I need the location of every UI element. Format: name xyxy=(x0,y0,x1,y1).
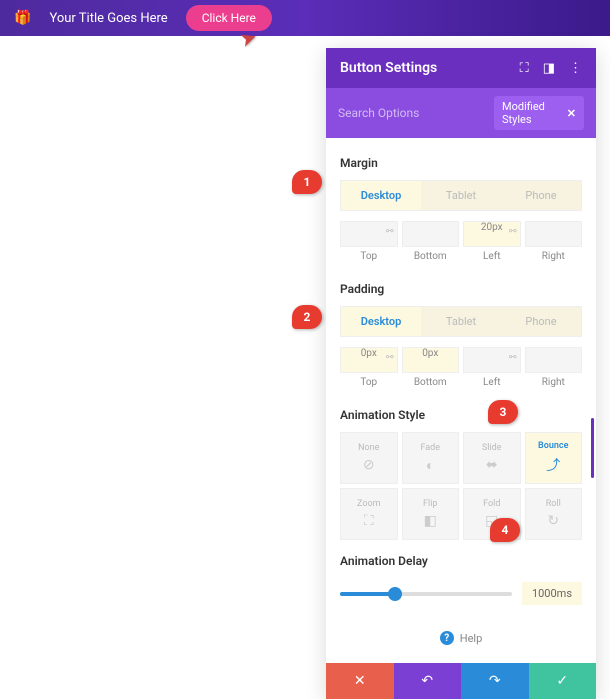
expand-icon[interactable]: ⛶ xyxy=(520,61,529,76)
cta-button[interactable]: Click Here xyxy=(186,5,272,31)
panel-footer: ✕ ↶ ↷ ✓ xyxy=(326,663,596,699)
scrollbar-thumb[interactable] xyxy=(591,418,594,478)
link-icon[interactable]: ⚯ xyxy=(386,353,394,363)
help-icon: ? xyxy=(440,631,454,645)
modified-styles-badge[interactable]: Modified Styles ✕ xyxy=(494,96,584,130)
padding-right-input[interactable] xyxy=(525,347,583,373)
animation-style-label: Animation Style xyxy=(340,408,582,422)
padding-device-tabs: Desktop Tablet Phone xyxy=(340,306,582,337)
animation-delay-label: Animation Delay xyxy=(340,554,582,568)
settings-panel: Button Settings ⛶ ◨ ⋮ Modified Styles ✕ … xyxy=(326,48,596,699)
gift-icon: 🎁 xyxy=(14,10,31,26)
callout-2: 2 xyxy=(292,305,322,329)
sidebar-icon[interactable]: ◨ xyxy=(543,61,555,76)
slider-thumb[interactable] xyxy=(388,587,402,601)
roll-icon: ↻ xyxy=(547,513,559,529)
delay-slider-row: 1000ms xyxy=(340,582,582,605)
fade-icon: ◐ xyxy=(426,457,434,474)
menu-icon[interactable]: ⋮ xyxy=(569,61,582,76)
panel-header: Button Settings ⛶ ◨ ⋮ xyxy=(326,48,596,88)
padding-inputs: 0px⚯Top 0pxBottom ⚯Left Right xyxy=(340,347,582,388)
anim-none[interactable]: None⊘ xyxy=(340,432,398,484)
close-button[interactable]: ✕ xyxy=(326,663,394,699)
padding-top-input[interactable]: 0px⚯ xyxy=(340,347,398,373)
margin-top-input[interactable]: ⚯ xyxy=(340,221,398,247)
tab-desktop[interactable]: Desktop xyxy=(341,307,421,336)
padding-bottom-input[interactable]: 0px xyxy=(402,347,460,373)
tab-phone[interactable]: Phone xyxy=(501,181,581,210)
anim-roll[interactable]: Roll↻ xyxy=(525,488,583,540)
bounce-icon: ⤴ xyxy=(546,455,560,475)
margin-left-input[interactable]: 20px⚯ xyxy=(463,221,521,247)
delay-value[interactable]: 1000ms xyxy=(522,582,582,605)
anim-flip[interactable]: Flip◧ xyxy=(402,488,460,540)
slide-icon: ⬌ xyxy=(486,457,498,473)
zoom-icon: ⛶ xyxy=(364,513,374,529)
anim-slide[interactable]: Slide⬌ xyxy=(463,432,521,484)
tab-tablet[interactable]: Tablet xyxy=(421,181,501,210)
anim-bounce[interactable]: Bounce⤴ xyxy=(525,432,583,484)
search-bar: Modified Styles ✕ xyxy=(326,88,596,138)
save-button[interactable]: ✓ xyxy=(529,663,597,699)
margin-device-tabs: Desktop Tablet Phone xyxy=(340,180,582,211)
anim-fade[interactable]: Fade◐ xyxy=(402,432,460,484)
link-icon[interactable]: ⚯ xyxy=(509,353,517,363)
help-link[interactable]: ? Help xyxy=(340,623,582,649)
anim-zoom[interactable]: Zoom⛶ xyxy=(340,488,398,540)
tab-phone[interactable]: Phone xyxy=(501,307,581,336)
search-input[interactable] xyxy=(338,106,494,120)
flip-icon: ◧ xyxy=(424,513,437,529)
padding-left-input[interactable]: ⚯ xyxy=(463,347,521,373)
margin-inputs: ⚯Top Bottom 20px⚯Left Right xyxy=(340,221,582,262)
link-icon[interactable]: ⚯ xyxy=(386,227,394,237)
callout-3: 3 xyxy=(488,400,518,424)
callout-4: 4 xyxy=(490,518,520,542)
page-title: Your Title Goes Here xyxy=(49,11,167,26)
clear-filter-icon[interactable]: ✕ xyxy=(567,107,576,120)
delay-slider[interactable] xyxy=(340,592,512,596)
padding-label: Padding xyxy=(340,282,582,296)
none-icon: ⊘ xyxy=(363,457,375,473)
margin-right-input[interactable] xyxy=(525,221,583,247)
margin-bottom-input[interactable] xyxy=(402,221,460,247)
animation-grid: None⊘ Fade◐ Slide⬌ Bounce⤴ Zoom⛶ Flip◧ F… xyxy=(340,432,582,540)
top-bar: 🎁 Your Title Goes Here Click Here xyxy=(0,0,610,36)
callout-1: 1 xyxy=(292,170,322,194)
tab-tablet[interactable]: Tablet xyxy=(421,307,501,336)
tab-desktop[interactable]: Desktop xyxy=(341,181,421,210)
undo-button[interactable]: ↶ xyxy=(394,663,462,699)
panel-body: Margin Desktop Tablet Phone ⚯Top Bottom … xyxy=(326,138,596,663)
margin-label: Margin xyxy=(340,156,582,170)
redo-button[interactable]: ↷ xyxy=(461,663,529,699)
panel-title: Button Settings xyxy=(340,60,437,76)
link-icon[interactable]: ⚯ xyxy=(509,227,517,237)
